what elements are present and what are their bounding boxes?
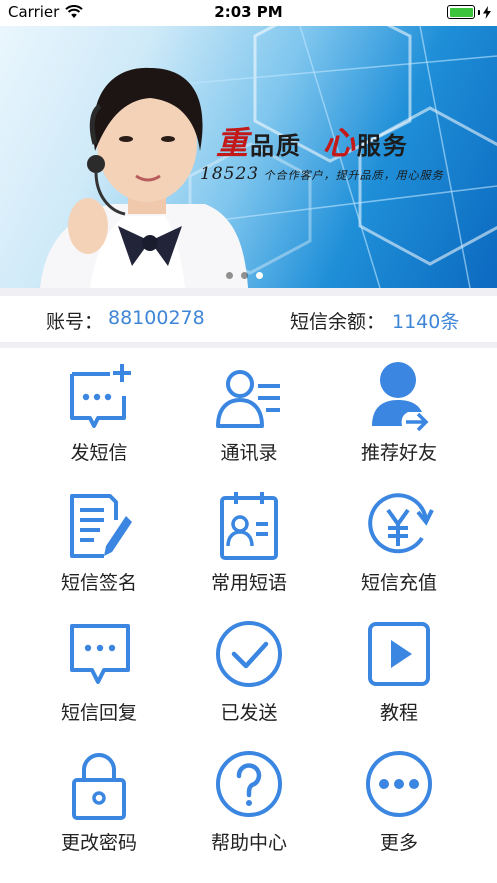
reply-bubble-icon [70,624,130,684]
promo-banner[interactable]: 重品质 心服务 18523 个合作客户，提升品质，用心服务 [0,26,497,288]
carousel-dot[interactable] [226,272,233,279]
yuan-recharge-icon [368,493,434,554]
grid-item-recommend-friend[interactable]: 推荐好友 [324,354,474,482]
check-circle-icon [216,621,282,687]
grid-item-label: 短信签名 [60,572,137,594]
status-bar: Carrier 2:03 PM [0,0,497,26]
play-icon [368,622,430,686]
carousel-dot-active[interactable] [256,272,263,279]
account-label: 账号： [46,311,104,333]
grid-item-sent[interactable]: 已发送 [174,614,324,742]
grid-item-sms-recharge[interactable]: 短信充值 [324,484,474,612]
grid-item-help-center[interactable]: 帮助中心 [174,744,324,872]
divider [0,288,497,296]
slogan-text-2: 服务 [356,131,409,160]
battery-indicator [447,5,491,19]
share-user-icon [372,362,429,432]
grid-item-label: 教程 [379,702,418,724]
grid-item-label: 更多 [379,832,418,854]
balance-label: 短信余额： [290,311,386,333]
grid-item-tutorial[interactable]: 教程 [324,614,474,742]
grid-item-sms-reply[interactable]: 短信回复 [24,614,174,742]
grid-item-label: 已发送 [220,702,278,724]
grid-item-label: 常用短语 [210,572,287,594]
slogan-accent-2: 心 [322,124,357,162]
grid-item-change-password[interactable]: 更改密码 [24,744,174,872]
grid-item-contacts[interactable]: 通讯录 [174,354,324,482]
lock-icon [72,753,126,820]
signature-icon [70,494,132,558]
grid-item-label: 帮助中心 [210,832,287,854]
banner-subtitle: 18523 个合作客户，提升品质，用心服务 [200,164,444,184]
grid-item-label: 通讯录 [220,442,278,464]
clipboard-card-icon [220,492,278,560]
account-number: 88100278 [108,307,205,329]
banner-subtitle-text: 个合作客户，提升品质，用心服务 [263,169,444,182]
compose-sms-icon [70,364,131,428]
grid-item-sms-signature[interactable]: 短信签名 [24,484,174,612]
sms-balance: 1140条 [392,311,460,333]
banner-customer-count: 18523 [200,164,260,184]
slogan-accent-1: 重 [216,124,251,162]
account-info-bar: 账号： 88100278 短信余额： 1140条 [0,296,497,342]
help-icon [216,751,282,817]
carousel-dots[interactable] [226,272,263,279]
grid-item-label: 更改密码 [60,832,137,854]
battery-icon [447,5,475,19]
more-icon [366,751,432,817]
slogan-text-1: 品质 [250,131,303,160]
banner-slogan: 重品质 心服务 [216,118,409,164]
grid-item-more[interactable]: 更多 [324,744,474,872]
grid-item-label: 短信充值 [360,572,437,594]
clock: 2:03 PM [214,3,283,21]
charging-bolt-icon [483,5,491,19]
grid-item-label: 短信回复 [60,702,137,724]
grid-item-label: 发短信 [70,442,128,464]
grid-item-send-sms[interactable]: 发短信 [24,354,174,482]
contacts-icon [216,370,280,428]
grid-item-label: 推荐好友 [360,442,437,464]
function-grid: 发短信 通讯录 推荐好友 短信签名 常用短语 短信充值 短信回复 已发送 教程 … [0,348,497,868]
grid-item-common-phrases[interactable]: 常用短语 [174,484,324,612]
carousel-dot[interactable] [241,272,248,279]
